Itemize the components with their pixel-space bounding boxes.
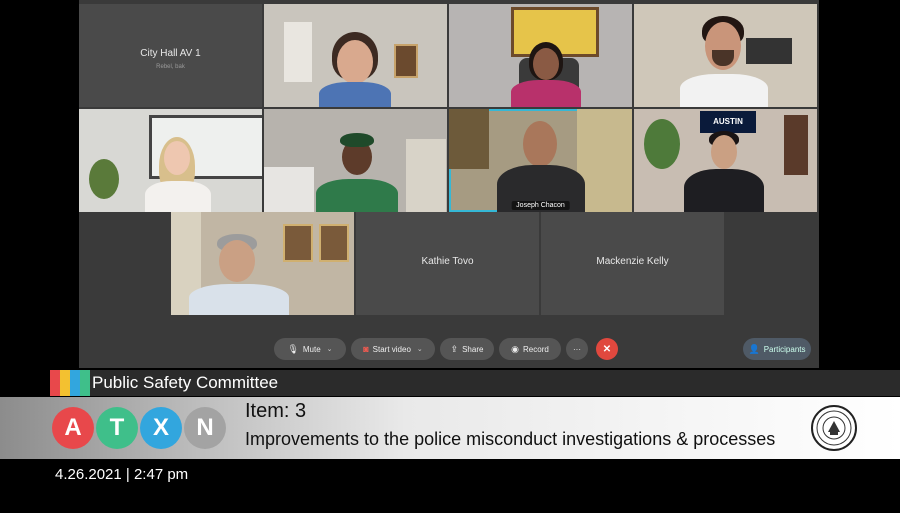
mute-label: Mute (302, 344, 321, 354)
start-video-button[interactable]: ◙ Start video ⌄ (351, 338, 435, 360)
participant-tile-4[interactable] (634, 4, 817, 107)
participant-tile-5[interactable] (79, 109, 262, 212)
microphone-icon: 🎙 (287, 343, 299, 354)
participant-tile-8[interactable]: AUSTIN (634, 109, 817, 212)
participants-button[interactable]: 👤 Participants (743, 338, 811, 360)
participant-tile-2[interactable] (264, 4, 447, 107)
participant-tile-city-hall-av1[interactable]: City Hall AV 1 Rebel, bak (79, 4, 262, 107)
head (711, 135, 737, 169)
shirt (316, 179, 398, 212)
bed (264, 167, 314, 212)
share-button[interactable]: ⇪ Share (440, 338, 494, 360)
cabinet (449, 109, 489, 169)
participant-tile-kathie-tovo[interactable]: Kathie Tovo (356, 212, 539, 315)
head (337, 40, 373, 84)
participant-name: Mackenzie Kelly (596, 256, 669, 267)
participant-tile-mackenzie-kelly[interactable]: Mackenzie Kelly (541, 212, 724, 315)
committee-title-bar: Public Safety Committee (50, 370, 900, 396)
video-meeting-app: City Hall AV 1 Rebel, bak Joseph Chacon … (79, 0, 819, 368)
chevron-down-icon[interactable]: ⌄ (417, 345, 423, 353)
plant (89, 159, 119, 199)
video-off-icon: ◙ (363, 344, 369, 354)
video-feed (171, 212, 354, 315)
participant-name: City Hall AV 1 (140, 48, 201, 59)
agenda-item-description: Improvements to the police misconduct in… (245, 429, 776, 449)
video-feed (79, 109, 262, 212)
bookshelf (577, 109, 632, 212)
record-label: Record (523, 344, 549, 354)
color-stripe (70, 370, 80, 396)
city-seal-icon (811, 405, 857, 451)
record-icon: ◉ (511, 343, 520, 354)
video-feed (449, 109, 632, 212)
mute-button[interactable]: 🎙 Mute ⌄ (274, 338, 346, 360)
meeting-toolbar: 🎙 Mute ⌄ ◙ Start video ⌄ ⇪ Share ◉ Recor… (79, 338, 819, 364)
shirt (511, 80, 581, 107)
atxn-logo-letter: T (96, 407, 138, 449)
more-icon: ··· (573, 344, 581, 354)
atxn-logo-letter: X (140, 407, 182, 449)
color-stripe (80, 370, 90, 396)
wall-picture (319, 224, 349, 262)
close-icon: ✕ (602, 343, 612, 355)
window (284, 22, 312, 82)
color-stripe (50, 370, 60, 396)
video-feed (634, 4, 817, 107)
participants-label: Participants (763, 344, 806, 354)
wall-picture (394, 44, 418, 78)
participant-tile-3[interactable] (449, 4, 632, 107)
broadcast-datetime: 4.26.2021 | 2:47 pm (55, 466, 189, 483)
video-feed: AUSTIN (634, 109, 817, 212)
agenda-item-band: A T X N Item: 3 Improvements to the poli… (0, 397, 900, 459)
participant-subtitle: Rebel, bak (156, 64, 185, 70)
head (533, 48, 559, 80)
shirt (319, 82, 391, 107)
share-icon: ⇪ (450, 343, 459, 354)
atxn-logo-letter: N (184, 407, 226, 449)
people-icon: 👤 (748, 343, 760, 354)
plant (644, 119, 680, 169)
participant-name: Kathie Tovo (421, 256, 474, 267)
participant-tile-9[interactable] (171, 212, 354, 315)
committee-name: Public Safety Committee (92, 373, 279, 392)
color-stripe (60, 370, 70, 396)
participant-tile-joseph-chacon[interactable]: Joseph Chacon (449, 109, 632, 212)
head (164, 141, 190, 175)
end-meeting-button[interactable]: ✕ (596, 338, 618, 360)
participant-tile-6[interactable] (264, 109, 447, 212)
wall-picture (283, 224, 313, 262)
video-feed (449, 4, 632, 107)
start-video-label: Start video (372, 344, 411, 354)
broadcast-lower-third: Public Safety Committee A T X N Item: 3 … (0, 368, 900, 513)
chevron-down-icon[interactable]: ⌄ (327, 345, 333, 353)
suit (684, 169, 764, 212)
video-feed (264, 109, 447, 212)
record-button[interactable]: ◉ Record (499, 338, 561, 360)
shirt (189, 284, 289, 315)
shirt (680, 74, 768, 107)
wall-frames (746, 38, 792, 64)
more-options-button[interactable]: ··· (566, 338, 588, 360)
head (523, 121, 557, 167)
head-wrap (340, 133, 374, 147)
share-label: Share (462, 344, 484, 354)
atxn-logo-letter: A (52, 407, 94, 449)
poster: AUSTIN (700, 111, 756, 133)
participant-name-tag: Joseph Chacon (511, 201, 570, 210)
head (219, 240, 255, 282)
video-feed (264, 4, 447, 107)
shelf (784, 115, 808, 175)
shirt (145, 181, 211, 212)
agenda-item-number: Item: 3 (245, 400, 307, 422)
door (406, 139, 446, 212)
